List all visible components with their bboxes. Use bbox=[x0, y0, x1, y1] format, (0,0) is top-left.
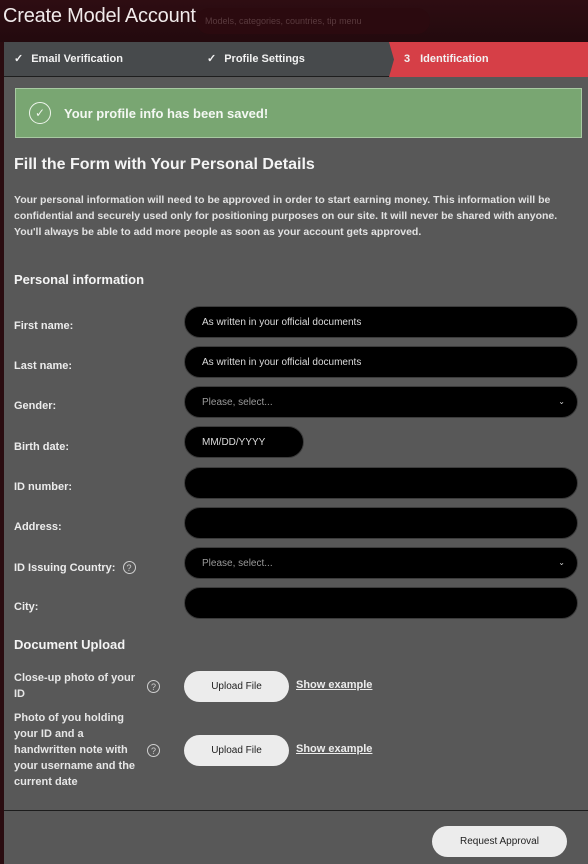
step-profile-settings[interactable]: ✓ Profile Settings bbox=[207, 42, 305, 77]
chevron-down-icon: ⌄ bbox=[558, 558, 565, 567]
alert-message: Your profile info has been saved! bbox=[64, 106, 269, 121]
check-icon: ✓ bbox=[14, 53, 24, 65]
create-account-modal: ✓ Email Verification ✓ Profile Settings 3I… bbox=[4, 42, 588, 864]
help-icon[interactable]: ? bbox=[122, 561, 136, 574]
check-icon: ✓ bbox=[207, 53, 217, 65]
personal-info-heading: Personal information bbox=[14, 272, 145, 287]
success-alert: ✓ Your profile info has been saved! bbox=[15, 88, 582, 138]
show-example-link[interactable]: Show example bbox=[296, 679, 372, 691]
upload-file-button[interactable]: Upload File bbox=[184, 671, 289, 702]
search-input[interactable]: Models, categories, countries, tip menu bbox=[196, 8, 430, 34]
city-input[interactable] bbox=[184, 587, 578, 619]
step-label: Profile Settings bbox=[224, 53, 305, 65]
gender-select[interactable]: Please, select... ⌄ bbox=[184, 386, 578, 418]
step-identification[interactable]: 3 Identification bbox=[389, 42, 588, 77]
upload-label-id-closeup: Close-up photo of your ID bbox=[14, 672, 135, 700]
request-approval-button[interactable]: Request Approval bbox=[432, 826, 567, 857]
check-circle-icon: ✓ bbox=[29, 102, 51, 124]
country-value: Please, select... bbox=[202, 558, 273, 569]
progress-steps: ✓ Email Verification ✓ Profile Settings 3I… bbox=[4, 42, 588, 77]
birth-date-label: Birth date: bbox=[14, 441, 69, 453]
id-number-input[interactable] bbox=[184, 467, 578, 499]
intro-paragraph: Your personal information will need to b… bbox=[14, 194, 558, 222]
step-number: 3 bbox=[404, 53, 411, 65]
address-label: Address: bbox=[14, 521, 62, 533]
form-intro: Your personal information will need to b… bbox=[14, 192, 578, 240]
form-title: Fill the Form with Your Personal Details bbox=[14, 156, 315, 173]
first-name-input[interactable]: As written in your official documents bbox=[184, 306, 578, 338]
show-example-link[interactable]: Show example bbox=[296, 743, 372, 755]
top-bar: Create Model Account Models, categories,… bbox=[0, 0, 588, 42]
last-name-label: Last name: bbox=[14, 360, 73, 372]
gender-label: Gender: bbox=[14, 400, 57, 412]
intro-paragraph: You'll always be able to add more people… bbox=[14, 226, 422, 238]
step-label: Email Verification bbox=[31, 53, 123, 65]
document-upload-heading: Document Upload bbox=[14, 637, 126, 652]
id-number-label: ID number: bbox=[14, 481, 73, 493]
country-select[interactable]: Please, select... ⌄ bbox=[184, 547, 578, 579]
help-icon[interactable]: ? bbox=[147, 744, 160, 757]
help-icon[interactable]: ? bbox=[147, 680, 160, 693]
step-label: Identification bbox=[420, 53, 489, 65]
chevron-down-icon: ⌄ bbox=[558, 397, 565, 406]
first-name-label: First name: bbox=[14, 320, 74, 332]
step-email-verification[interactable]: ✓ Email Verification bbox=[14, 42, 123, 77]
page-title: Create Model Account bbox=[3, 5, 196, 27]
last-name-input[interactable]: As written in your official documents bbox=[184, 346, 578, 378]
footer-divider bbox=[4, 810, 588, 811]
gender-value: Please, select... bbox=[202, 397, 273, 408]
birth-date-input[interactable]: MM/DD/YYYY bbox=[184, 426, 304, 458]
upload-file-button[interactable]: Upload File bbox=[184, 735, 289, 766]
country-label: ID Issuing Country: ? bbox=[14, 561, 136, 574]
city-label: City: bbox=[14, 601, 39, 613]
address-input[interactable] bbox=[184, 507, 578, 539]
country-label-text: ID Issuing Country: bbox=[14, 562, 116, 574]
upload-label-id-selfie: Photo of you holding your ID and a handw… bbox=[14, 712, 136, 788]
